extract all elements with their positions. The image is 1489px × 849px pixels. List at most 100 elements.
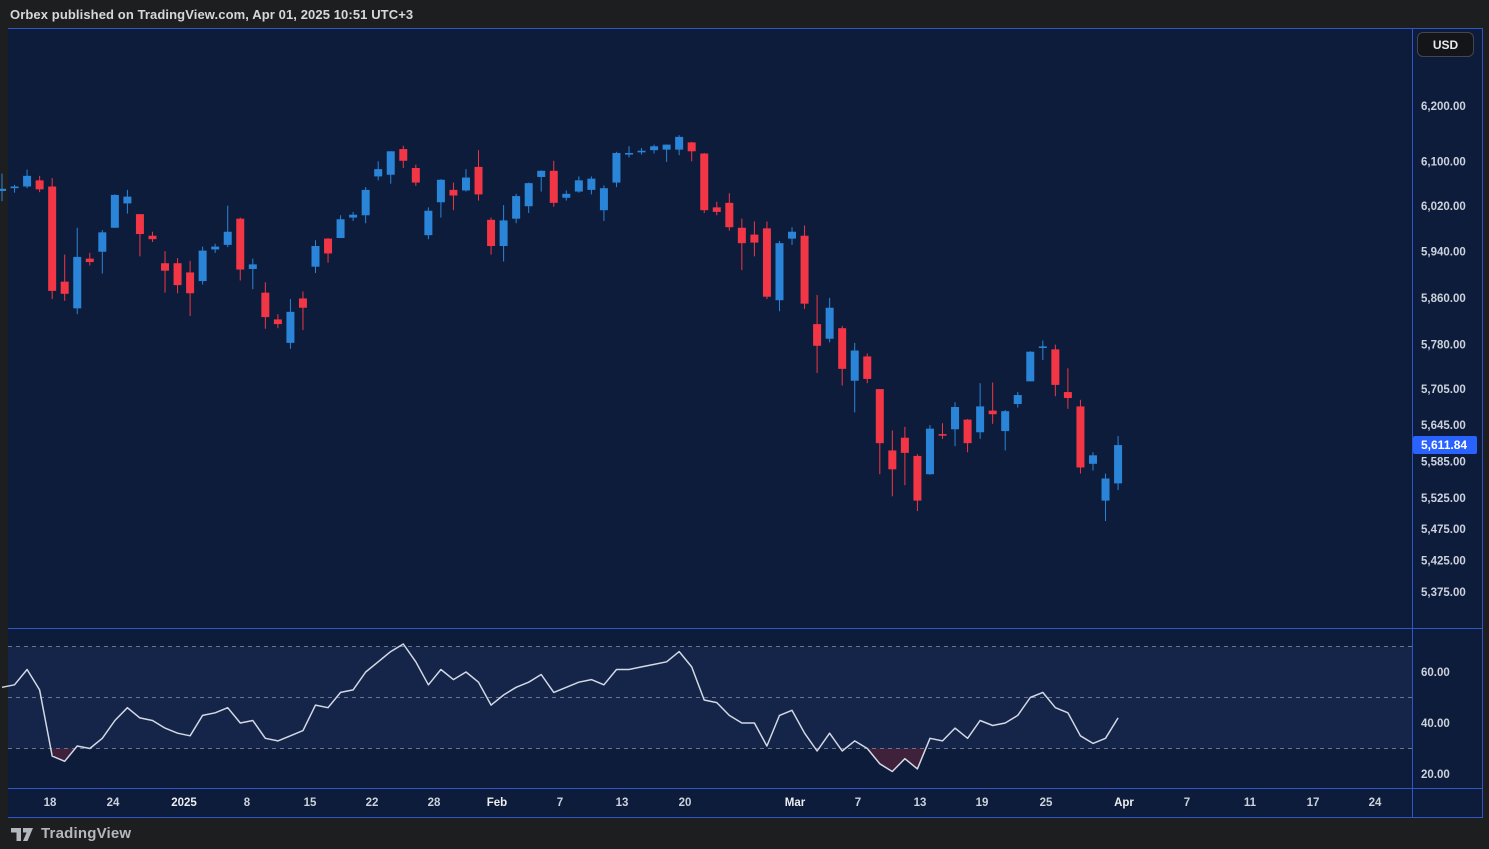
candle-body (1026, 352, 1034, 382)
candle-body (1114, 445, 1122, 483)
candle-body (1051, 349, 1059, 385)
candle-body (688, 142, 696, 151)
candle-body (989, 411, 997, 415)
candle-body (449, 190, 457, 196)
rsi-axis-label: 60.00 (1421, 667, 1450, 679)
time-axis-label: 2025 (171, 797, 197, 809)
candle-body (224, 232, 232, 245)
time-axis-label: 24 (107, 797, 120, 809)
candle-body (236, 219, 244, 270)
candle-body (337, 219, 345, 238)
candle-body (964, 420, 972, 444)
price-axis-label: 5,645.00 (1421, 420, 1466, 432)
candle-body (500, 220, 508, 246)
candle-body (1089, 455, 1097, 464)
time-axis-label: 19 (976, 797, 989, 809)
candle-body (412, 168, 420, 183)
candle-body (775, 243, 783, 300)
price-axis-label: 5,705.00 (1421, 384, 1466, 396)
candle-body (939, 434, 947, 436)
candle-body (813, 324, 821, 346)
price-axis-label: 5,585.00 (1421, 456, 1466, 468)
tradingview-logo-icon[interactable] (10, 823, 34, 845)
candle-body (913, 456, 921, 501)
candle-body (324, 239, 332, 254)
candle-body (73, 257, 81, 308)
time-axis-label: 13 (616, 797, 629, 809)
candle-body (174, 263, 182, 285)
candle-body (437, 180, 445, 203)
candle-body (725, 203, 733, 227)
candle-body (863, 356, 871, 379)
time-axis[interactable] (8, 789, 1483, 819)
candle-body (312, 246, 320, 267)
candle-body (788, 232, 796, 239)
candle-body (926, 429, 934, 475)
candle-body (1039, 346, 1047, 348)
candle-body (1064, 392, 1072, 398)
candle-body (487, 220, 495, 246)
time-axis-label: Mar (785, 797, 806, 809)
price-axis-label: 5,375.00 (1421, 587, 1466, 599)
chart-container[interactable]: 6,200.006,100.006,020.005,940.005,860.00… (0, 28, 1489, 818)
rsi-axis-label: 20.00 (1421, 769, 1450, 781)
currency-button[interactable]: USD (1417, 32, 1474, 57)
time-axis-label: 20 (679, 797, 692, 809)
publish-info-bar: Orbex published on TradingView.com, Apr … (0, 0, 1489, 28)
candle-body (362, 190, 370, 215)
candle-body (876, 389, 884, 443)
time-axis-label: 7 (557, 797, 563, 809)
candle-body (199, 251, 207, 281)
candle-body (537, 171, 545, 177)
candle-body (86, 259, 94, 262)
candle-body (763, 228, 771, 296)
candle-body (48, 187, 56, 291)
candle-body (274, 319, 282, 324)
time-axis-label: 28 (428, 797, 441, 809)
candle-body (638, 151, 646, 153)
price-axis-label: 6,100.00 (1421, 156, 1466, 168)
candle-body (11, 187, 19, 189)
candle-body (211, 247, 219, 250)
candle-body (286, 312, 294, 343)
candle-body (851, 351, 859, 381)
candle-body (161, 263, 169, 270)
tradingview-brand-text[interactable]: TradingView (41, 825, 131, 842)
candle-body (801, 236, 809, 304)
time-axis-label: 11 (1244, 797, 1257, 809)
time-axis-label: 15 (304, 797, 317, 809)
candle-body (374, 169, 382, 176)
candle-body (700, 154, 708, 211)
time-axis-label: 18 (44, 797, 57, 809)
footer-bar: TradingView (0, 818, 1489, 849)
candle-body (600, 188, 608, 210)
price-axis-label: 5,940.00 (1421, 247, 1466, 259)
time-axis-label: 25 (1040, 797, 1053, 809)
candle-body (36, 180, 44, 189)
time-axis-label: Feb (487, 797, 507, 809)
candle-body (261, 293, 269, 317)
time-axis-label: 22 (366, 797, 379, 809)
candle-body (249, 264, 257, 269)
candle-body (349, 215, 357, 218)
candle-body (123, 197, 131, 204)
candle-body (550, 171, 558, 203)
candle-body (399, 149, 407, 161)
candle-body (148, 236, 156, 239)
candle-body (1014, 395, 1022, 404)
candle-body (111, 195, 119, 228)
candle-body (976, 406, 984, 432)
publish-info-text: Orbex published on TradingView.com, Apr … (0, 7, 413, 22)
time-axis-label: 24 (1369, 797, 1382, 809)
time-axis-label: 8 (244, 797, 251, 809)
candle-body (750, 235, 758, 243)
candle-body (1102, 478, 1110, 500)
candlestick-chart[interactable]: 6,200.006,100.006,020.005,940.005,860.00… (0, 28, 1489, 818)
time-axis-label: 7 (1184, 797, 1190, 809)
candle-body (738, 228, 746, 243)
tradingview-published-chart: Orbex published on TradingView.com, Apr … (0, 0, 1489, 849)
time-axis-label: Apr (1114, 797, 1134, 809)
time-axis-label: 7 (855, 797, 861, 809)
candle-body (713, 207, 721, 212)
candle-body (1001, 411, 1009, 431)
